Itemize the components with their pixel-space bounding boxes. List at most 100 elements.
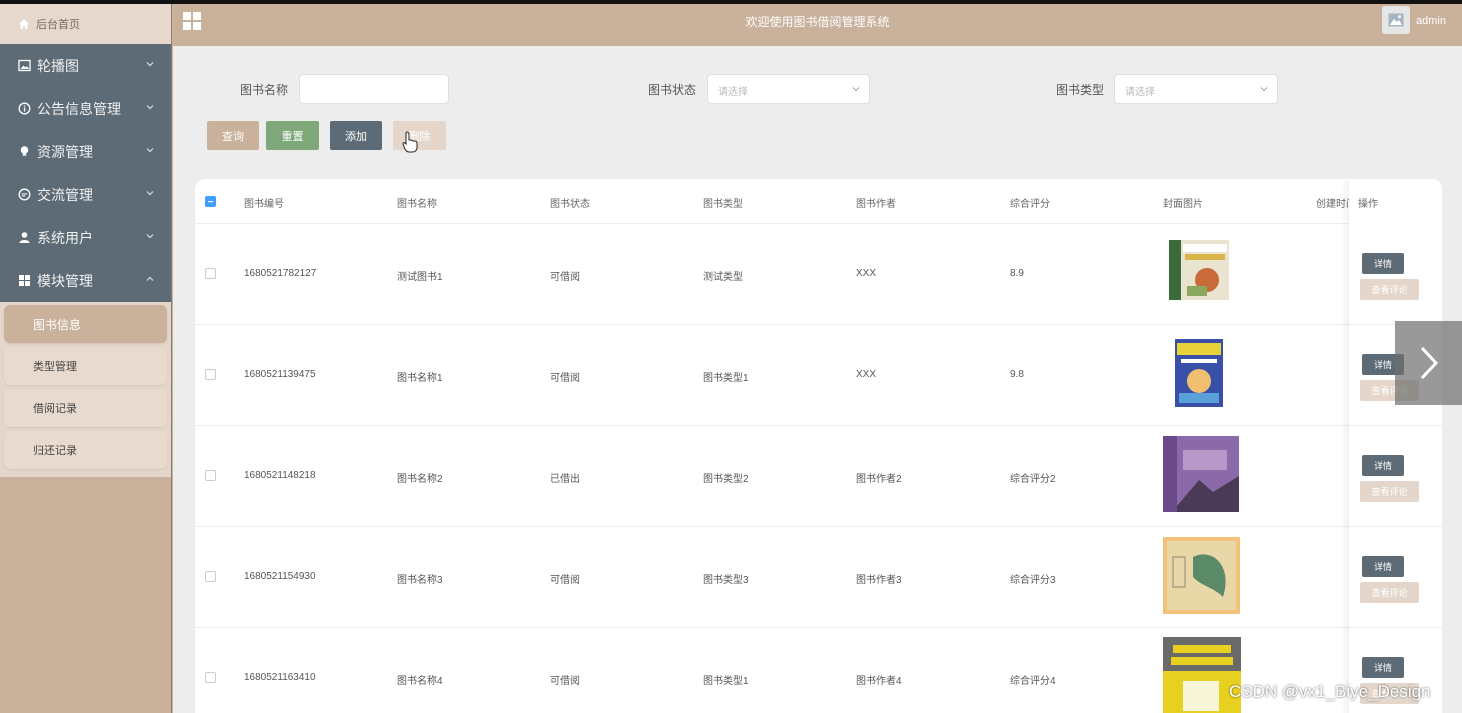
column-header-score: 综合评分 <box>1010 199 1050 210</box>
book-cover-image <box>1175 339 1223 407</box>
cell-name: 测试图书1 <box>397 272 443 283</box>
cell-type: 图书类型2 <box>703 474 749 485</box>
cell-author: 图书作者2 <box>856 474 902 485</box>
sidebar-subitem-books[interactable]: 图书信息 <box>4 305 167 343</box>
hand-cursor-icon <box>402 131 418 153</box>
sidebar-item-carousel[interactable]: 轮播图 <box>0 44 171 87</box>
row-checkbox[interactable] <box>205 470 216 481</box>
row-checkbox[interactable] <box>205 268 216 279</box>
image-icon <box>18 59 31 72</box>
actions-row: 详情 查看评论 <box>1349 224 1442 325</box>
cell-type: 测试类型 <box>703 272 743 283</box>
cell-id: 1680521782127 <box>244 268 317 279</box>
cell-score: 9.8 <box>1010 369 1024 380</box>
view-reviews-button[interactable]: 查看评论 <box>1360 279 1419 300</box>
book-status-label: 图书状态 <box>648 83 697 97</box>
main-content: 图书名称 图书状态 请选择 图书类型 请选择 查询 重置 添加 删除 图书编号 … <box>173 46 1462 713</box>
sidebar-subitem-return[interactable]: 归还记录 <box>4 431 167 469</box>
table-row: 1680521154930 图书名称3 可借阅 图书类型3 图书作者3 综合评分… <box>195 527 1442 628</box>
column-header-name: 图书名称 <box>397 199 437 210</box>
column-header-cover: 封面图片 <box>1163 199 1203 210</box>
chevron-down-icon <box>1260 87 1268 92</box>
avatar[interactable] <box>1382 6 1410 34</box>
top-header: 欢迎使用图书借阅管理系统 admin <box>173 4 1462 40</box>
sidebar-item-label: 资源管理 <box>37 143 93 160</box>
cell-id: 1680521148218 <box>244 470 316 481</box>
next-page-arrow[interactable] <box>1395 321 1462 405</box>
cell-status: 已借出 <box>550 474 580 485</box>
cell-status: 可借阅 <box>550 575 580 586</box>
view-reviews-button[interactable]: 查看评论 <box>1360 582 1419 603</box>
home-icon <box>19 19 29 29</box>
sidebar-home[interactable]: 后台首页 <box>0 4 171 44</box>
cell-author: XXX <box>856 268 877 279</box>
column-header-actions: 操作 <box>1358 199 1378 210</box>
cell-author: XXX <box>856 369 877 380</box>
cell-score: 综合评分2 <box>1010 474 1056 485</box>
chevron-down-icon <box>146 62 154 67</box>
chevron-down-icon <box>146 148 154 153</box>
operations-column: 操作 详情 查看评论 详情 查看评论 详情 查看评论 详情 查看评论 详情 查看… <box>1349 179 1442 713</box>
detail-button[interactable]: 详情 <box>1362 253 1404 274</box>
sidebar-item-notices[interactable]: 公告信息管理 <box>0 87 171 130</box>
column-header-type: 图书类型 <box>703 199 743 210</box>
page-title: 欢迎使用图书借阅管理系统 <box>745 15 890 29</box>
sidebar: 后台首页 轮播图 公告信息管理 资源管理 交流管理 系统用户 模块管理 图书信息… <box>0 4 172 713</box>
query-button[interactable]: 查询 <box>207 121 259 150</box>
cell-score: 综合评分3 <box>1010 575 1056 586</box>
view-reviews-button[interactable]: 查看评论 <box>1360 481 1419 502</box>
detail-button[interactable]: 详情 <box>1362 657 1404 678</box>
sidebar-item-users[interactable]: 系统用户 <box>0 216 171 259</box>
reset-button[interactable]: 重置 <box>266 121 319 150</box>
table-row: 1680521139475 图书名称1 可借阅 图书类型1 XXX 9.8 <box>195 325 1442 426</box>
sidebar-subitem-borrow[interactable]: 借阅记录 <box>4 389 167 427</box>
cell-name: 图书名称1 <box>397 373 443 384</box>
cell-score: 综合评分4 <box>1010 676 1056 687</box>
sidebar-item-label: 系统用户 <box>37 229 93 246</box>
book-type-placeholder: 请选择 <box>1125 87 1155 98</box>
sidebar-submenu: 图书信息 类型管理 借阅记录 归还记录 <box>0 302 171 477</box>
sidebar-subitem-types[interactable]: 类型管理 <box>4 347 167 385</box>
user-icon <box>19 232 30 243</box>
cell-score: 8.9 <box>1010 268 1024 279</box>
actions-row: 详情 查看评论 <box>1349 527 1442 628</box>
username[interactable]: admin <box>1416 15 1446 27</box>
book-status-select[interactable]: 请选择 <box>707 74 870 104</box>
book-name-label: 图书名称 <box>240 83 289 97</box>
cell-status: 可借阅 <box>550 373 580 384</box>
cell-type: 图书类型3 <box>703 575 749 586</box>
detail-button[interactable]: 详情 <box>1362 455 1404 476</box>
cell-type: 图书类型1 <box>703 676 749 687</box>
minus-icon <box>208 201 213 203</box>
cell-status: 可借阅 <box>550 676 580 687</box>
column-header-status: 图书状态 <box>550 199 590 210</box>
chevron-up-icon <box>146 276 154 281</box>
book-cover-image <box>1163 537 1240 614</box>
sidebar-menu: 轮播图 公告信息管理 资源管理 交流管理 系统用户 模块管理 <box>0 44 171 302</box>
row-checkbox[interactable] <box>205 672 216 683</box>
books-table: 图书编号 图书名称 图书状态 图书类型 图书作者 综合评分 封面图片 创建时间 … <box>195 179 1442 713</box>
book-cover-image <box>1169 240 1229 300</box>
detail-button[interactable]: 详情 <box>1362 556 1404 577</box>
chevron-down-icon <box>146 105 154 110</box>
row-checkbox[interactable] <box>205 571 216 582</box>
delete-button[interactable]: 删除 <box>393 121 446 150</box>
sidebar-item-resources[interactable]: 资源管理 <box>0 130 171 173</box>
cell-status: 可借阅 <box>550 272 580 283</box>
bulb-icon <box>20 146 29 156</box>
book-type-select[interactable]: 请选择 <box>1114 74 1278 104</box>
avatar-image-icon <box>1388 13 1404 27</box>
column-header-author: 图书作者 <box>856 199 896 210</box>
sidebar-item-modules[interactable]: 模块管理 <box>0 259 171 302</box>
sidebar-item-label: 模块管理 <box>37 272 93 289</box>
sidebar-item-exchange[interactable]: 交流管理 <box>0 173 171 216</box>
add-button[interactable]: 添加 <box>330 121 382 150</box>
book-name-input[interactable] <box>299 74 449 104</box>
cell-author: 图书作者4 <box>856 676 902 687</box>
table-row: 1680521148218 图书名称2 已借出 图书类型2 图书作者2 综合评分… <box>195 426 1442 527</box>
book-type-label: 图书类型 <box>1056 83 1105 97</box>
chevron-right-icon <box>1420 346 1438 380</box>
column-header-id: 图书编号 <box>244 199 284 210</box>
select-all-checkbox[interactable] <box>205 196 216 207</box>
row-checkbox[interactable] <box>205 369 216 380</box>
